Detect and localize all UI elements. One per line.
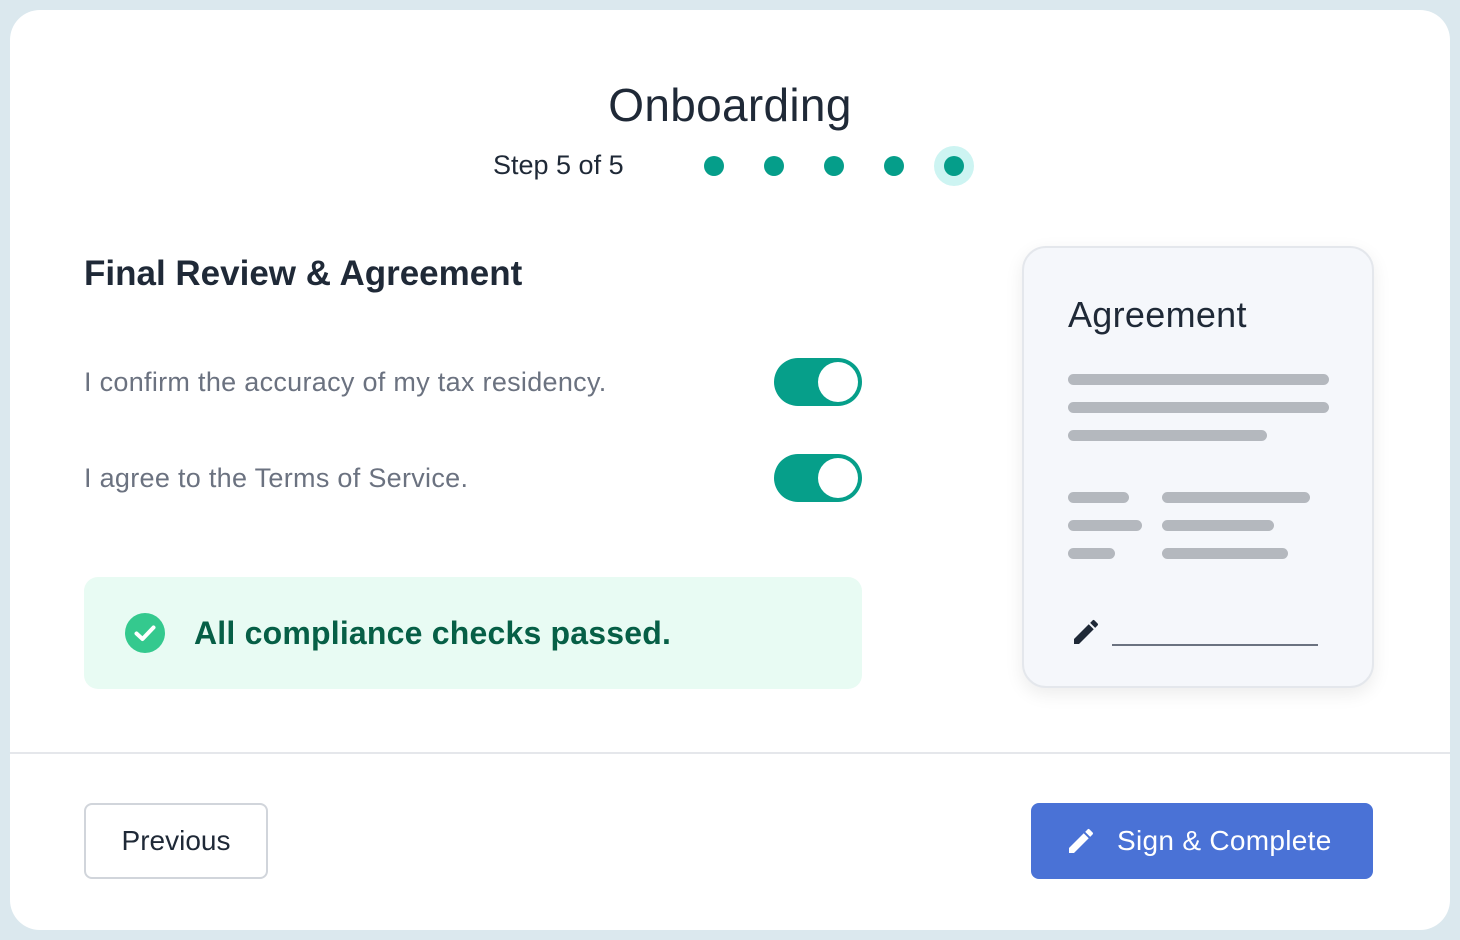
step-dot-2[interactable] bbox=[764, 156, 784, 176]
agreement-preview-card: Agreement bbox=[1022, 246, 1374, 688]
text-placeholder-line bbox=[1162, 492, 1310, 503]
pencil-icon bbox=[1074, 619, 1099, 644]
text-placeholder-line bbox=[1162, 548, 1288, 559]
tax-residency-toggle[interactable] bbox=[774, 358, 862, 406]
tax-residency-label: I confirm the accuracy of my tax residen… bbox=[84, 367, 607, 397]
toggle-knob bbox=[818, 458, 858, 498]
text-placeholder-line bbox=[1068, 492, 1129, 503]
step-indicator-text: Step 5 of 5 bbox=[493, 150, 624, 180]
sign-and-complete-button[interactable]: Sign & Complete bbox=[1031, 803, 1373, 879]
step-dot-3[interactable] bbox=[824, 156, 844, 176]
page-title: Onboarding bbox=[608, 79, 852, 131]
terms-of-service-toggle[interactable] bbox=[774, 454, 862, 502]
text-placeholder-line bbox=[1162, 520, 1274, 531]
step-dot-1[interactable] bbox=[704, 156, 724, 176]
text-placeholder-line bbox=[1068, 520, 1142, 531]
onboarding-card: Onboarding Step 5 of 5 Final Review & Ag… bbox=[10, 10, 1450, 930]
step-dot-5-current[interactable] bbox=[944, 156, 964, 176]
pencil-icon bbox=[1069, 828, 1094, 853]
compliance-message: All compliance checks passed. bbox=[194, 615, 672, 651]
text-placeholder-line bbox=[1068, 374, 1329, 385]
check-circle-icon bbox=[125, 613, 165, 653]
text-placeholder-line bbox=[1068, 402, 1329, 413]
compliance-alert: All compliance checks passed. bbox=[84, 577, 862, 689]
footer-divider bbox=[10, 752, 1450, 754]
text-placeholder-line bbox=[1068, 430, 1267, 441]
sign-and-complete-label: Sign & Complete bbox=[1117, 825, 1332, 856]
toggle-knob bbox=[818, 362, 858, 402]
section-title: Final Review & Agreement bbox=[84, 254, 523, 293]
signature-line bbox=[1112, 644, 1318, 646]
text-placeholder-line bbox=[1068, 548, 1115, 559]
step-dot-4[interactable] bbox=[884, 156, 904, 176]
agreement-title: Agreement bbox=[1068, 294, 1247, 335]
previous-button[interactable]: Previous bbox=[84, 803, 268, 879]
terms-of-service-label: I agree to the Terms of Service. bbox=[84, 463, 469, 493]
